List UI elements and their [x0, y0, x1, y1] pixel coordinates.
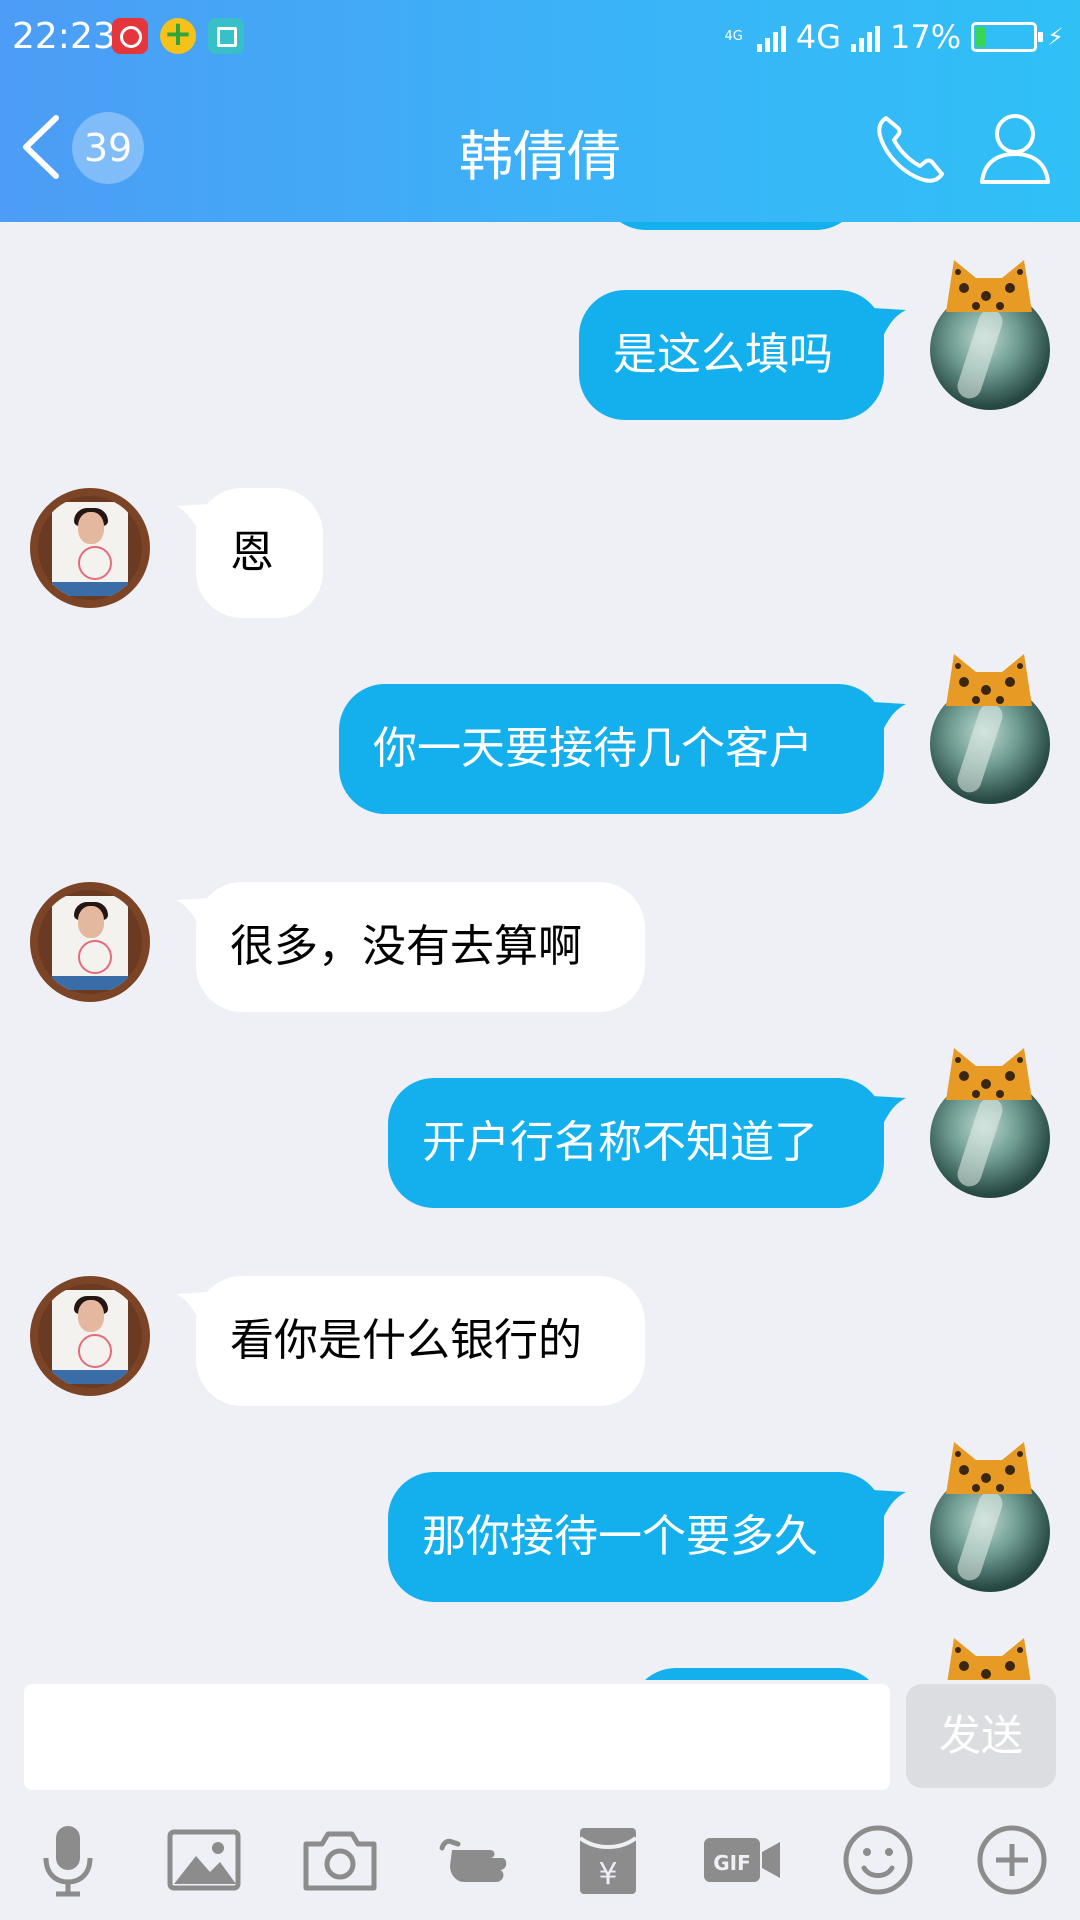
- message-text: 很多，没有去算啊: [230, 921, 582, 972]
- battery-icon: [971, 22, 1044, 52]
- contact-avatar[interactable]: [30, 1276, 150, 1396]
- status-indicators: 4G 4G 17% ⚡: [725, 18, 1065, 56]
- leopard-hat-icon: [946, 654, 1032, 706]
- netease-music-icon: [112, 18, 148, 54]
- camera-icon[interactable]: [300, 1820, 380, 1900]
- leopard-hat-icon: [946, 1048, 1032, 1100]
- gif-video-icon[interactable]: GIF: [702, 1820, 782, 1900]
- plus-icon[interactable]: [972, 1820, 1052, 1900]
- incoming-message-bubble[interactable]: 很多，没有去算啊: [196, 882, 645, 1012]
- charging-icon: ⚡: [1047, 23, 1064, 51]
- outgoing-message-bubble[interactable]: 是这么填吗: [579, 290, 884, 420]
- bubble-tail: [872, 702, 906, 732]
- scanner-icon: [208, 18, 244, 54]
- message-bubble-partial[interactable]: [630, 1668, 884, 1680]
- message-list[interactable]: 是这么填吗 恩 你一天要接待几个客户 很多，没有去算啊 开户行名称不知道了 看你…: [0, 222, 1080, 1680]
- contact-avatar[interactable]: [30, 488, 150, 608]
- message-bubble-partial[interactable]: [600, 222, 862, 230]
- status-time: 22:23: [12, 16, 116, 57]
- gif-label: GIF: [713, 1851, 751, 1875]
- status-bar: 22:23 4G 4G 17% ⚡: [0, 0, 1080, 76]
- poke-hand-icon[interactable]: [434, 1820, 514, 1900]
- contact-avatar[interactable]: [30, 882, 150, 1002]
- bubble-tail: [872, 1490, 906, 1520]
- message-text: 开户行名称不知道了: [422, 1117, 818, 1168]
- signal-strength-icon-2: [851, 22, 881, 52]
- profile-icon[interactable]: [978, 110, 1052, 186]
- incoming-message-bubble[interactable]: 恩: [196, 488, 323, 618]
- yen-label: ¥: [598, 1857, 617, 1892]
- leopard-hat-icon: [946, 260, 1032, 312]
- microphone-icon[interactable]: [28, 1820, 108, 1900]
- message-text: 看你是什么银行的: [230, 1315, 582, 1366]
- message-text: 恩: [230, 527, 274, 578]
- outgoing-message-bubble[interactable]: 你一天要接待几个客户: [339, 684, 884, 814]
- message-text: 你一天要接待几个客户: [373, 723, 813, 774]
- network-small-label: 4G: [724, 29, 743, 44]
- input-area: 发送 ¥ GIF: [0, 1680, 1080, 1920]
- bubble-tail: [872, 308, 906, 338]
- outgoing-message-bubble[interactable]: 开户行名称不知道了: [388, 1078, 884, 1208]
- emoji-icon[interactable]: [838, 1820, 918, 1900]
- leopard-hat-icon: [946, 1442, 1032, 1494]
- battery-percent: 17%: [890, 18, 962, 56]
- chat-header: 22:23 4G 4G 17% ⚡ 39 韩倩倩: [0, 0, 1080, 222]
- signal-strength-icon: [756, 22, 786, 52]
- outgoing-message-bubble[interactable]: 那你接待一个要多久: [388, 1472, 884, 1602]
- message-text: 那你接待一个要多久: [422, 1511, 818, 1562]
- image-icon[interactable]: [164, 1820, 244, 1900]
- message-text: 是这么填吗: [613, 329, 833, 380]
- red-packet-icon[interactable]: ¥: [568, 1820, 648, 1900]
- bubble-tail: [872, 1096, 906, 1126]
- phone-icon[interactable]: [872, 112, 948, 188]
- incoming-message-bubble[interactable]: 看你是什么银行的: [196, 1276, 645, 1406]
- leopard-hat-icon: [947, 1638, 1031, 1680]
- network-type-label: 4G: [795, 18, 842, 56]
- message-input[interactable]: [24, 1684, 890, 1790]
- send-button[interactable]: 发送: [906, 1684, 1056, 1788]
- 360-security-icon: [160, 14, 196, 54]
